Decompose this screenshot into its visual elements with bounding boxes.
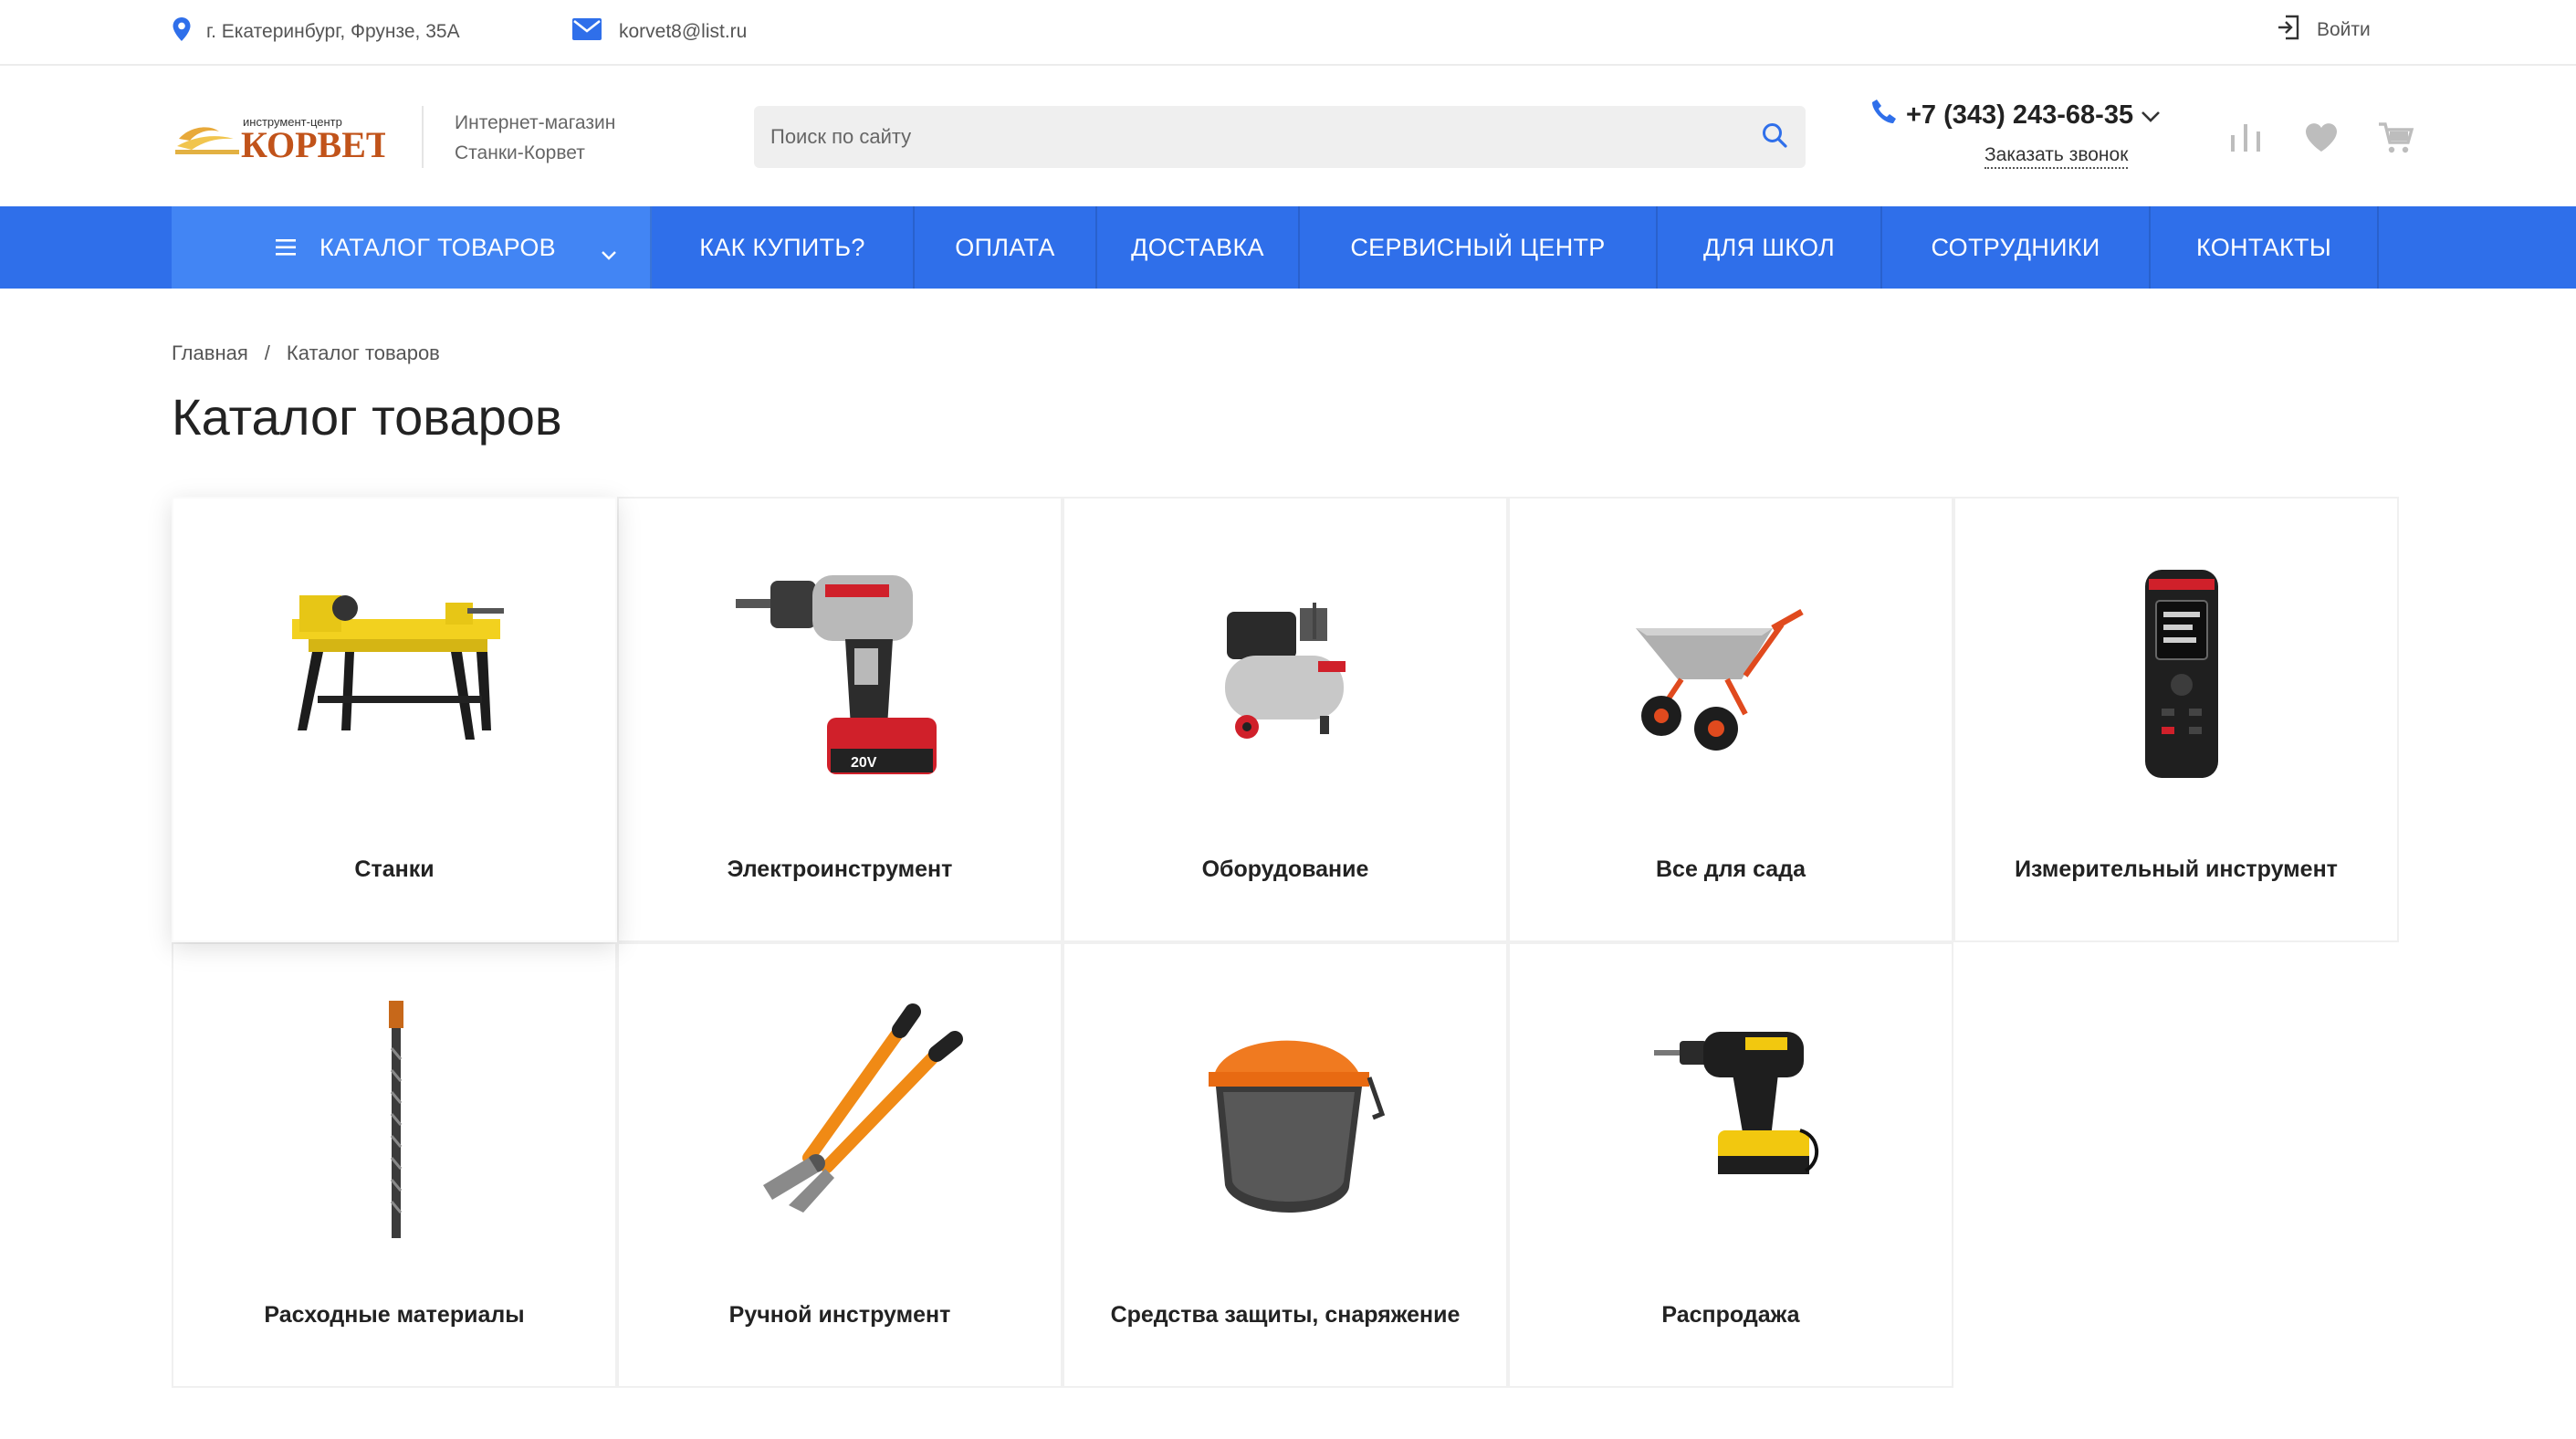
category-card[interactable]: 20V Электроинструмент [617,497,1063,942]
hamburger-icon [276,234,296,262]
shop-name-line2: Станки-Корвет [455,142,585,163]
search-button[interactable] [1756,119,1793,155]
category-name: Расходные материалы [264,1302,525,1328]
address-text: г. Екатеринбург, Фрунзе, 35А [206,21,460,42]
category-card[interactable]: Ручной инструмент [617,942,1063,1388]
compare-icon[interactable] [2227,119,2266,157]
breadcrumb-separator: / [264,341,270,364]
location-pin-icon [172,16,192,47]
nav-delivery[interactable]: ДОСТАВКА [1097,206,1300,289]
lathe-icon [272,548,520,796]
category-card[interactable]: Измерительный инструмент [1953,497,2399,942]
search-bar [754,106,1806,168]
drill-icon: 20V [717,548,966,796]
envelope-icon [571,17,602,47]
email-text: korvet8@list.ru [619,21,748,42]
category-card[interactable]: Оборудование [1063,497,1508,942]
category-card[interactable]: Средства защиты, снаряжение [1063,942,1508,1388]
header: инструмент-центр КОРВЕТ Интернет-магазин… [0,66,2576,206]
category-card[interactable]: Распродажа [1508,942,1953,1388]
breadcrumb-current: Каталог товаров [286,341,440,364]
login-label: Войти [2317,19,2371,40]
phone-block: +7 (343) 243-68-35 Заказать звонок [1869,97,2180,179]
chevron-down-icon [2141,100,2161,131]
page-title: Каталог товаров [172,388,562,446]
breadcrumb-home[interactable]: Главная [172,341,248,365]
rangefinder-icon [2054,548,2302,796]
chevron-down-icon [601,239,617,268]
top-bar: г. Екатеринбург, Фрунзе, 35А korvet8@lis… [0,0,2576,66]
category-name: Все для сада [1656,856,1806,882]
main-nav: КАТАЛОГ ТОВАРОВ КАК КУПИТЬ? ОПЛАТА ДОСТА… [0,206,2576,289]
logo-divider [422,106,424,168]
nav-payment[interactable]: ОПЛАТА [915,206,1097,289]
phone-number: +7 (343) 243-68-35 [1906,100,2134,130]
login-button[interactable]: Войти [2277,15,2371,46]
header-icons [2227,119,2415,157]
shop-name-line1: Интернет-магазин [455,112,616,133]
breadcrumb: Главная / Каталог товаров [172,341,440,365]
screwdriver-icon [1608,993,1857,1242]
wheelbarrow-icon [1608,548,1857,796]
nav-staff[interactable]: СОТРУДНИКИ [1882,206,2151,289]
heart-icon[interactable] [2302,119,2340,157]
category-name: Измерительный инструмент [2015,856,2338,882]
address: г. Екатеринбург, Фрунзе, 35А [172,16,460,47]
search-icon [1761,121,1788,153]
nav-service-center[interactable]: СЕРВИСНЫЙ ЦЕНТР [1300,206,1658,289]
logo-big-text: КОРВЕТ [241,124,385,165]
svg-text:20V: 20V [851,755,877,771]
category-card[interactable]: Станки [172,497,617,942]
category-card[interactable]: Все для сада [1508,497,1953,942]
category-name: Электроинструмент [727,856,953,882]
category-name: Станки [354,856,435,882]
bolt-cutter-icon [717,993,966,1242]
nav-how-to-buy[interactable]: КАК КУПИТЬ? [652,206,915,289]
category-name: Распродажа [1661,1302,1800,1328]
callback-link[interactable]: Заказать звонок [1984,144,2129,169]
phone-dropdown[interactable]: +7 (343) 243-68-35 [1869,97,2180,133]
compressor-icon [1163,548,1411,796]
category-name: Средства защиты, снаряжение [1110,1302,1461,1328]
login-icon [2277,15,2300,46]
search-input[interactable] [754,106,1722,168]
phone-icon [1869,97,1899,133]
drill-bit-icon [272,993,520,1242]
shop-name: Интернет-магазин Станки-Корвет [455,108,615,168]
category-name: Оборудование [1201,856,1369,882]
category-name: Ручной инструмент [728,1302,951,1328]
category-grid: Станки 20V Электроинструмент Оборудовани… [172,497,2399,1390]
face-shield-icon [1163,993,1411,1242]
cart-icon[interactable] [2377,119,2415,157]
logo[interactable]: инструмент-центр КОРВЕТ [175,110,391,166]
email-link[interactable]: korvet8@list.ru [571,16,747,47]
nav-catalog-label: КАТАЛОГ ТОВАРОВ [319,233,556,261]
nav-for-schools[interactable]: ДЛЯ ШКОЛ [1658,206,1882,289]
nav-catalog-button[interactable]: КАТАЛОГ ТОВАРОВ [172,206,652,289]
category-card[interactable]: Расходные материалы [172,942,617,1388]
nav-contacts[interactable]: КОНТАКТЫ [2151,206,2379,289]
